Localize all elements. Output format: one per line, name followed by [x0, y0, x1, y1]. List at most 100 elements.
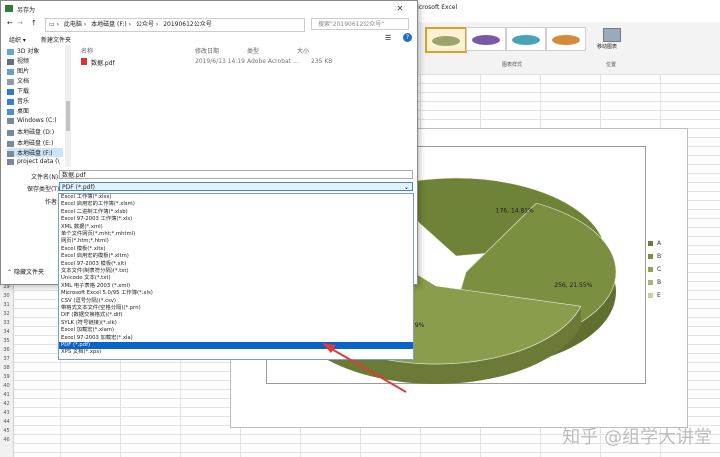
row-number: 37 [3, 356, 10, 362]
organize-button[interactable]: 组织 ▾ [9, 35, 26, 44]
path-box[interactable]: ▭ › 此电脑 › 本地磁盘 (F:) › 公众号 › 20190612公众号 [45, 18, 305, 32]
dropdown-option[interactable]: XPS 文档(*.xps) [59, 349, 413, 356]
filename-label: 文件名(N): [31, 174, 61, 181]
breadcrumb-item[interactable]: 本地磁盘 (F:) [91, 19, 127, 31]
nav-item-pictures[interactable]: 图片 [7, 66, 29, 75]
file-list: 名称 修改日期 类型 大小 数据.pdf 2019/6/13 14:19 Ado… [73, 45, 413, 167]
data-label: 256, 21.55% [554, 282, 592, 289]
nav-item-drive-c[interactable]: Windows (C:) [7, 117, 57, 124]
chart-legend: A B C B E [648, 240, 688, 304]
nav-item-music[interactable]: 音乐 [7, 96, 29, 105]
nav-item-3d-objects[interactable]: 3D 对象 [7, 46, 39, 55]
dropdown-option[interactable]: Microsoft Excel 5.0/95 工作簿(*.xls) [59, 290, 413, 297]
nav-item-documents[interactable]: 文档 [7, 76, 29, 85]
chart-style-thumb-selected[interactable] [425, 27, 467, 53]
move-chart-icon[interactable] [603, 28, 621, 42]
desktop-icon [7, 108, 14, 115]
dropdown-option[interactable]: 文本文件(制表符分隔)(*.txt) [59, 268, 413, 275]
filename-input[interactable]: 数据.pdf [59, 170, 413, 179]
legend-item: B [648, 253, 661, 260]
drive-icon [7, 150, 14, 157]
legend-swatch [648, 293, 653, 298]
close-icon[interactable]: ✕ [391, 3, 409, 15]
row-number: 45 [3, 428, 10, 434]
nav-item-drive-d[interactable]: 本地磁盘 (D:) [7, 127, 54, 136]
file-size: 235 KB [311, 58, 333, 65]
nav-item-project-data[interactable]: project data (\ [7, 158, 60, 165]
dropdown-option[interactable]: XML 数据(*.xml) [59, 224, 413, 231]
navigation-pane: 3D 对象 视频 图片 文档 下载 音乐 桌面 Windows (C:) 本地磁… [1, 45, 66, 167]
help-icon[interactable]: ? [403, 33, 412, 42]
view-options-icon[interactable]: ☰ [385, 34, 391, 42]
dropdown-option[interactable]: Excel 启用宏的工作簿(*.xlsm) [59, 201, 413, 208]
dropdown-option[interactable]: 网页(*.htm;*.html) [59, 238, 413, 245]
dropdown-option[interactable]: Unicode 文本(*.txt) [59, 275, 413, 282]
pdf-icon [81, 58, 87, 65]
column-type[interactable]: 类型 [247, 46, 259, 55]
row-number: 43 [3, 410, 10, 416]
excel-title: Microsoft Excel [412, 4, 458, 11]
row-number: 38 [3, 365, 10, 371]
nav-item-drive-e[interactable]: 本地磁盘 (E:) [7, 138, 53, 147]
legend-swatch [648, 254, 653, 259]
author-label: 作者: [45, 199, 60, 206]
nav-item-videos[interactable]: 视频 [7, 56, 29, 65]
row-number: 30 [3, 293, 10, 299]
dropdown-option[interactable]: DIF (数据交换格式)(*.dif) [59, 312, 413, 319]
dropdown-option[interactable]: Excel 97-2003 加载宏(*.xla) [59, 335, 413, 342]
back-arrow-icon[interactable]: ← [7, 19, 13, 27]
chart-style-thumb-4[interactable] [506, 27, 546, 51]
file-type: Adobe Acrobat ... [247, 58, 299, 65]
data-label: 176, 14.81% [496, 207, 534, 214]
legend-item: E [648, 292, 661, 299]
file-row[interactable]: 数据.pdf 2019/6/13 14:19 Adobe Acrobat ...… [73, 57, 413, 67]
drive-icon [7, 129, 14, 136]
music-icon [7, 98, 14, 105]
column-date[interactable]: 修改日期 [195, 46, 219, 55]
dropdown-option[interactable]: Excel 97-2003 模板(*.xlt) [59, 261, 413, 268]
breadcrumb-item[interactable]: 公众号 [136, 19, 154, 31]
search-input[interactable]: 搜索"20190612公众号" [311, 18, 409, 30]
row-number: 32 [3, 311, 10, 317]
hide-folders-button[interactable]: ⌃ 隐藏文件夹 [7, 267, 44, 276]
computer-icon: ▭ › [49, 21, 59, 28]
new-folder-button[interactable]: 新建文件夹 [41, 35, 71, 44]
savetype-select[interactable]: PDF (*.pdf) ⌄ [59, 182, 413, 191]
row-number: 31 [3, 302, 10, 308]
row-number: 44 [3, 419, 10, 425]
nav-item-desktop[interactable]: 桌面 [7, 106, 29, 115]
dropdown-option[interactable]: Excel 加载宏(*.xlam) [59, 327, 413, 334]
breadcrumb-item[interactable]: 此电脑 [64, 19, 82, 31]
chevron-up-icon: ⌃ [7, 269, 14, 276]
dropdown-option[interactable]: PDF (*.pdf) [59, 342, 413, 350]
row-number: 42 [3, 401, 10, 407]
dropdown-option[interactable]: Excel 97-2003 工作簿(*.xls) [59, 216, 413, 223]
savetype-dropdown-list: Excel 工作簿(*.xlsx) Excel 启用宏的工作簿(*.xlsm) Ex… [58, 193, 414, 360]
breadcrumb-item[interactable]: 20190612公众号 [163, 19, 212, 31]
row-number: 34 [3, 329, 10, 335]
dropdown-option[interactable]: CSV (逗号分隔)(*.csv) [59, 298, 413, 305]
nav-scrollbar[interactable] [65, 45, 71, 167]
chart-style-thumb-5[interactable] [546, 27, 586, 51]
forward-arrow-icon[interactable]: → [17, 19, 23, 27]
scrollbar-thumb[interactable] [66, 101, 70, 131]
dropdown-option[interactable]: Excel 启用宏的模板(*.xltm) [59, 253, 413, 260]
excel-app-icon [5, 5, 13, 12]
chevron-down-icon: ⌄ [403, 184, 409, 191]
watermark: 知乎 @组学大讲堂 [562, 427, 712, 448]
drive-icon [7, 117, 14, 124]
drive-icon [7, 140, 14, 147]
document-icon [7, 78, 14, 85]
row-number: 41 [3, 392, 10, 398]
dialog-titlebar: 另存为 ✕ [1, 1, 417, 17]
nav-item-drive-f[interactable]: 本地磁盘 (F:) [7, 148, 63, 157]
dropdown-option[interactable]: 单个文件网页(*.mht;*.mhtml) [59, 231, 413, 238]
picture-icon [7, 68, 14, 75]
column-name[interactable]: 名称 [81, 46, 93, 55]
move-chart-button[interactable]: 移动图表 [597, 43, 617, 50]
up-arrow-icon[interactable]: ↑ [31, 19, 37, 27]
ribbon-group-styles: 图表样式 [502, 62, 523, 68]
column-size[interactable]: 大小 [297, 46, 309, 55]
chart-style-thumb-3[interactable] [466, 27, 506, 51]
nav-item-downloads[interactable]: 下载 [7, 86, 29, 95]
